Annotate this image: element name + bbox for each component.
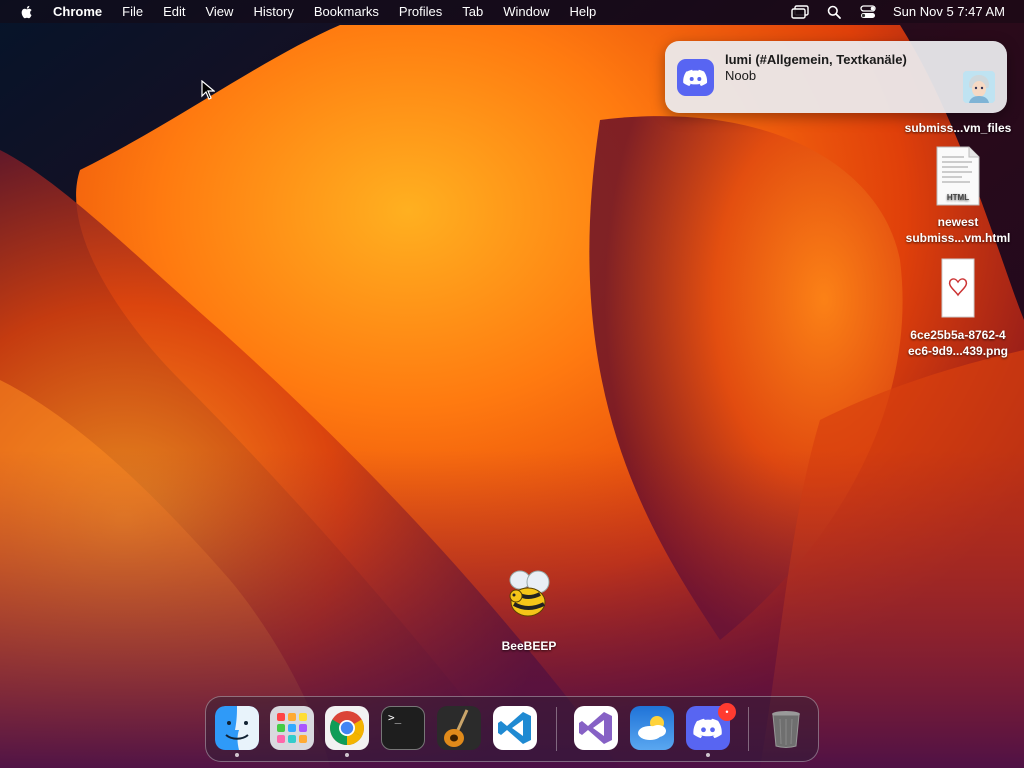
menu-bar-clock[interactable]: Sun Nov 5 7:47 AM <box>893 4 1005 19</box>
desktop-icon-beebeep[interactable]: BeeBEEP <box>469 566 589 654</box>
chrome-icon[interactable] <box>325 706 369 750</box>
menu-view[interactable]: View <box>205 4 233 19</box>
desktop-icon-label: ec6-9d9...439.png <box>907 344 1009 358</box>
html-file-icon: HTML <box>936 146 980 206</box>
control-center-icon[interactable] <box>859 4 877 20</box>
notification-body: Noob <box>725 68 757 83</box>
visual-studio-icon[interactable] <box>574 706 618 750</box>
menu-window[interactable]: Window <box>503 4 549 19</box>
desktop-icon-png-file[interactable]: 6ce25b5a-8762-4 ec6-9d9...439.png <box>898 258 1018 359</box>
dock-separator <box>556 707 557 751</box>
bee-icon <box>509 570 550 617</box>
finder-icon[interactable] <box>215 706 259 750</box>
weather-icon[interactable] <box>630 706 674 750</box>
apple-logo-icon[interactable] <box>19 4 35 20</box>
dock: >_ • <box>205 696 819 762</box>
menu-help[interactable]: Help <box>570 4 597 19</box>
desktop-icon-label: BeeBEEP <box>501 639 557 653</box>
menu-bar: Chrome File Edit View History Bookmarks … <box>0 0 1024 23</box>
menu-bookmarks[interactable]: Bookmarks <box>314 4 379 19</box>
notification-badge: • <box>718 703 736 721</box>
menu-file[interactable]: File <box>122 4 143 19</box>
desktop-icon-label: submiss...vm_files <box>904 121 1012 135</box>
screen-mirroring-icon[interactable] <box>791 4 809 20</box>
menu-profiles[interactable]: Profiles <box>399 4 442 19</box>
trash-icon[interactable] <box>764 706 808 750</box>
menu-bar-status-area: Sun Nov 5 7:47 AM <box>791 0 1024 23</box>
menu-tab[interactable]: Tab <box>462 4 483 19</box>
discord-icon <box>677 59 714 96</box>
desktop-icon-label: newest <box>937 215 979 229</box>
menu-history[interactable]: History <box>253 4 293 19</box>
terminal-prompt: >_ <box>388 711 402 724</box>
vscode-icon[interactable] <box>493 706 537 750</box>
terminal-icon[interactable]: >_ <box>381 706 425 750</box>
launchpad-icon[interactable] <box>270 706 314 750</box>
mouse-pointer-icon <box>201 80 215 100</box>
guitar-icon[interactable] <box>437 706 481 750</box>
desktop-icon-vm-files-folder[interactable]: newest submiss...vm_files <box>898 104 1018 136</box>
desktop-icon-html-file[interactable]: HTML newest submiss...vm.html <box>898 146 1018 246</box>
menu-app-name[interactable]: Chrome <box>53 4 102 19</box>
dock-separator <box>748 707 749 751</box>
discord-notification[interactable]: lumi (#Allgemein, Textkanäle) Noob <box>665 41 1007 113</box>
desktop-icon-label: 6ce25b5a-8762-4 <box>910 328 1006 342</box>
running-indicator <box>345 753 349 757</box>
file-type-tag: HTML <box>947 193 969 202</box>
desktop-icon-label: submiss...vm.html <box>905 231 1011 245</box>
spotlight-search-icon[interactable] <box>825 4 843 20</box>
running-indicator <box>235 753 239 757</box>
sender-avatar <box>963 71 995 103</box>
menu-edit[interactable]: Edit <box>163 4 185 19</box>
running-indicator <box>706 753 710 757</box>
notification-title: lumi (#Allgemein, Textkanäle) <box>725 52 907 67</box>
png-thumbnail-icon <box>941 258 975 318</box>
